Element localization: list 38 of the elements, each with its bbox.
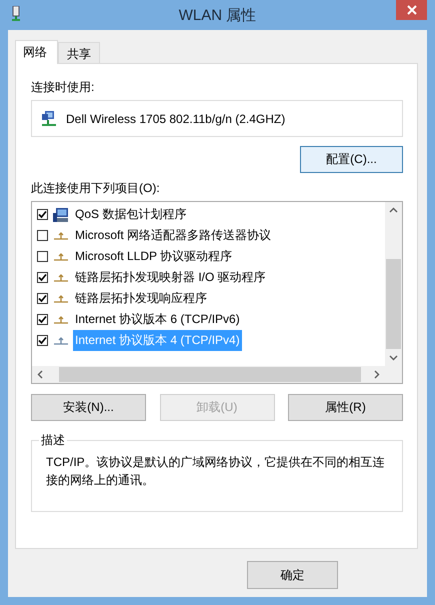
- list-item[interactable]: Microsoft LLDP 协议驱动程序: [73, 246, 234, 267]
- checkbox[interactable]: [37, 272, 48, 283]
- close-button[interactable]: [396, 0, 427, 20]
- group-title: 描述: [40, 432, 66, 449]
- list-item[interactable]: 链路层拓扑发现响应程序: [73, 288, 209, 309]
- vertical-scrollbar[interactable]: [385, 202, 402, 366]
- list-item[interactable]: Internet 协议版本 6 (TCP/IPv6): [73, 309, 242, 330]
- protocol-icon: [53, 252, 69, 262]
- description-text: TCP/IP。该协议是默认的广域网络协议，它提供在不同的相互连接的网络上的通讯。: [46, 454, 386, 489]
- window-title: WLAN 属性: [178, 6, 256, 24]
- field-label: 连接时使用:: [31, 80, 96, 94]
- tab[interactable]: 共享: [58, 42, 100, 63]
- adapter-name: Dell Wireless 1705 802.11b/g/n (2.4GHZ): [66, 112, 286, 126]
- configure-button[interactable]: 配置(C)...: [300, 146, 403, 173]
- list-label: 此连接使用下列项目(O):: [31, 181, 161, 195]
- computer-icon: [53, 206, 69, 222]
- checkbox[interactable]: [37, 293, 48, 304]
- horizontal-scrollbar[interactable]: [32, 366, 385, 383]
- action-button[interactable]: 安装(N)...: [31, 394, 146, 421]
- protocol-icon: [53, 230, 69, 240]
- checkbox[interactable]: [37, 209, 48, 220]
- protocol-icon: [53, 314, 69, 324]
- action-button[interactable]: 属性(R): [288, 394, 403, 421]
- list-item[interactable]: QoS 数据包计划程序: [73, 204, 188, 225]
- protocol-icon: [53, 294, 69, 304]
- network-adapter-icon: [41, 110, 57, 126]
- ok-button[interactable]: 确定: [247, 561, 338, 589]
- protocol-icon: [53, 272, 69, 282]
- list-item[interactable]: 链路层拓扑发现映射器 I/O 驱动程序: [73, 267, 268, 288]
- protocol-icon: [53, 336, 69, 346]
- checkbox[interactable]: [37, 230, 48, 241]
- checkbox[interactable]: [37, 314, 48, 325]
- checkbox[interactable]: [37, 335, 48, 346]
- checkbox[interactable]: [37, 251, 48, 262]
- close-icon: [406, 5, 416, 15]
- list-item[interactable]: Microsoft 网络适配器多路传送器协议: [73, 225, 274, 246]
- tab[interactable]: 网络: [15, 40, 58, 64]
- network-adapter-icon: [12, 6, 20, 21]
